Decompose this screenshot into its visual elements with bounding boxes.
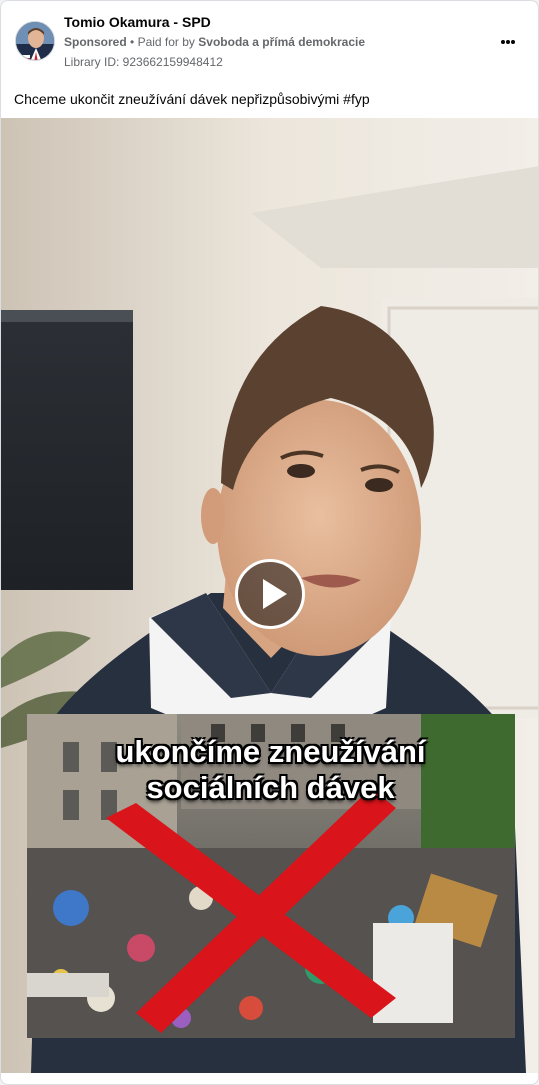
library-id: Library ID: 923662159948412 xyxy=(64,55,223,69)
overlay-line-1: ukončíme zneužívání xyxy=(115,734,426,769)
three-dots-icon xyxy=(501,40,505,44)
post-header: Tomio Okamura - SPD Sponsored • Paid for… xyxy=(1,1,538,81)
three-dots-icon xyxy=(511,40,515,44)
paid-for-name[interactable]: Svoboda a přímá demokracie xyxy=(198,35,365,49)
overlay-line-2: sociálních dávek xyxy=(146,770,395,805)
video-player[interactable]: ukončíme zneužívání sociálních dávek xyxy=(1,118,538,1073)
ad-post-card: Tomio Okamura - SPD Sponsored • Paid for… xyxy=(0,0,539,1085)
three-dots-icon xyxy=(506,40,510,44)
more-options-button[interactable] xyxy=(491,29,523,55)
post-caption: Chceme ukončit zneužívání dávek nepřizpů… xyxy=(14,91,370,107)
paid-for-prefix: Paid for by xyxy=(137,35,195,49)
sponsored-label: Sponsored xyxy=(64,35,127,49)
play-button[interactable] xyxy=(235,559,305,629)
page-name[interactable]: Tomio Okamura - SPD xyxy=(64,14,211,30)
sponsored-line: Sponsored • Paid for by Svoboda a přímá … xyxy=(64,35,365,49)
page-avatar[interactable] xyxy=(15,21,55,61)
separator-dot: • xyxy=(130,35,135,49)
play-icon xyxy=(263,579,287,609)
